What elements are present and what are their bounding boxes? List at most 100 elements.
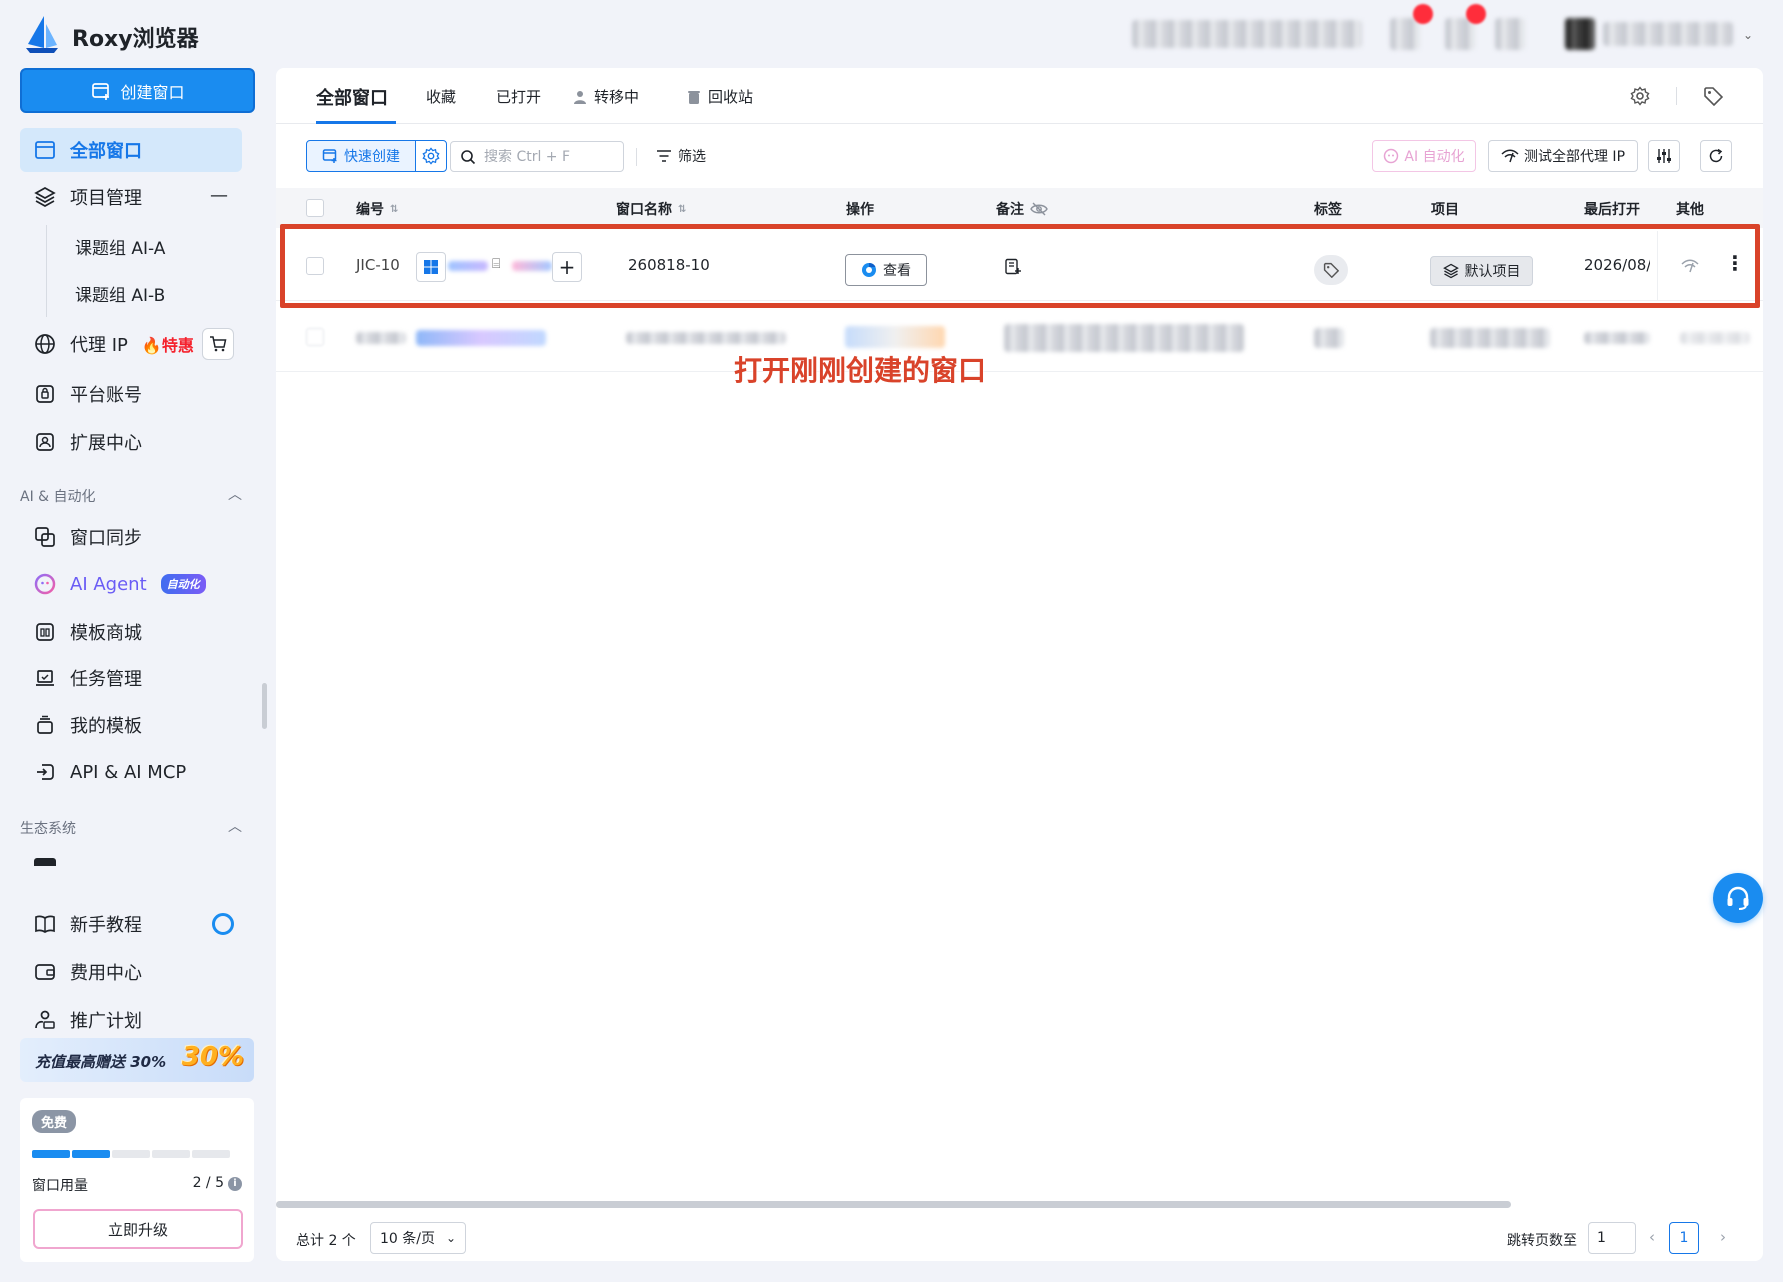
sidebar-item-label: 费用中心 [70, 963, 142, 984]
sidebar-item-label: 任务管理 [70, 669, 142, 690]
sidebar-item-all-windows[interactable]: 全部窗口 [20, 128, 242, 172]
upgrade-button[interactable]: 立即升级 [33, 1209, 243, 1249]
robot-icon: ⌸ [492, 256, 501, 272]
sort-icon[interactable]: ⇅ [678, 204, 686, 215]
ai-automation-button[interactable]: AI 自动化 [1372, 140, 1476, 172]
window-icon [35, 141, 55, 159]
tab-tools [1630, 86, 1723, 106]
tab-transferring[interactable]: 转移中 [572, 86, 639, 107]
sidebar-subitem-project-b[interactable]: 课题组 AI-B [75, 281, 165, 306]
tag-icon[interactable] [1703, 86, 1723, 106]
proxy-cart-button[interactable] [202, 328, 234, 360]
usage-label: 窗口用量 [32, 1178, 88, 1194]
jump-page-input[interactable]: 1 [1588, 1222, 1636, 1254]
sidebar-item-extensions[interactable]: 扩展中心 [20, 420, 242, 464]
layers-icon [1442, 263, 1459, 279]
next-page-icon[interactable]: › [1720, 1228, 1726, 1246]
sidebar-item-label: 代理 IP [70, 335, 128, 356]
column-header-tag: 标签 [1314, 202, 1342, 218]
add-note-icon[interactable] [1004, 258, 1022, 276]
section-ai-automation[interactable]: AI & 自动化 ︿ [20, 486, 242, 506]
sidebar-item-template-market[interactable]: 模板商城 [20, 610, 242, 654]
table-row[interactable] [276, 302, 1763, 372]
blurred-icon-3[interactable] [1495, 18, 1525, 50]
sidebar-item-ai-agent[interactable]: AI Agent 自动化 [20, 562, 242, 606]
chevron-down-icon[interactable]: ⌄ [1743, 28, 1753, 42]
column-header-id[interactable]: 编号 ⇅ [356, 199, 398, 219]
sidebar-item-api[interactable]: API & AI MCP [20, 750, 242, 794]
recharge-promo-banner[interactable]: 充值最高赠送 30% 30% [20, 1038, 254, 1082]
eye-off-icon[interactable] [1030, 202, 1048, 216]
blurred-username[interactable] [1603, 22, 1733, 46]
select-all-checkbox[interactable] [306, 199, 324, 217]
sidebar-item-projects[interactable]: 项目管理 — [20, 175, 242, 219]
sidebar-item-label: 推广计划 [70, 1011, 142, 1032]
info-icon[interactable]: i [228, 1177, 242, 1191]
sidebar-item-my-templates[interactable]: 我的模板 [20, 703, 242, 747]
automation-badge: 自动化 [160, 574, 206, 594]
collapse-minus-icon[interactable]: — [210, 185, 228, 206]
usage-segment [32, 1150, 70, 1158]
row-checkbox[interactable] [306, 257, 324, 275]
support-button[interactable] [1713, 873, 1763, 923]
quick-create-settings-button[interactable] [415, 140, 447, 172]
tab-recycle-bin[interactable]: 回收站 [686, 86, 753, 107]
table-row[interactable]: JIC-10 ⌸ + 260818-10 查看 默认项目 2026/08/1 ⋮ [276, 231, 1763, 301]
prev-page-icon[interactable]: ‹ [1649, 1228, 1655, 1246]
search-input[interactable] [484, 148, 614, 165]
tab-opened[interactable]: 已打开 [496, 86, 541, 107]
os-windows-badge [416, 252, 446, 282]
blurred-platform-badges [512, 261, 552, 271]
hot-deal-badge: 🔥特惠 [141, 336, 194, 355]
sidebar-item-tasks[interactable]: 任务管理 [20, 656, 242, 700]
page-size-select[interactable]: 10 条/页 ⌄ [370, 1222, 466, 1254]
sidebar-item-partially-hidden [34, 858, 234, 866]
sliders-icon [1657, 149, 1671, 163]
blurred-account-info [1132, 20, 1362, 48]
tab-bar: 全部窗口 收藏 已打开 转移中 回收站 [276, 68, 1763, 124]
add-platform-button[interactable]: + [552, 252, 582, 282]
tab-favorites[interactable]: 收藏 [426, 86, 456, 107]
test-all-proxies-button[interactable]: 测试全部代理 IP [1488, 140, 1638, 172]
sidebar-item-label: AI Agent [70, 573, 147, 595]
column-header-name[interactable]: 窗口名称 ⇅ [616, 199, 686, 219]
laptop-task-icon [36, 670, 54, 686]
search-box[interactable] [450, 141, 624, 172]
sidebar-item-referral[interactable]: 推广计划 [20, 998, 242, 1042]
blurred-avatar[interactable] [1565, 18, 1595, 50]
blurred-cell [1004, 324, 1244, 352]
page-1-button[interactable]: 1 [1669, 1222, 1699, 1254]
gear-icon[interactable] [1630, 86, 1650, 106]
blurred-cell [1680, 332, 1750, 344]
create-window-button[interactable]: 创建窗口 [20, 68, 255, 113]
top-bar: Roxy浏览器 ⌄ [0, 0, 1783, 68]
refresh-button[interactable] [1700, 140, 1732, 172]
blurred-icon-1[interactable] [1390, 18, 1420, 50]
filter-button[interactable]: 筛选 [656, 146, 706, 166]
sidebar-item-tutorial[interactable]: 新手教程 [20, 902, 242, 946]
sidebar-item-window-sync[interactable]: 窗口同步 [20, 515, 242, 559]
sidebar-subitem-project-a[interactable]: 课题组 AI-A [75, 234, 165, 259]
total-count: 总计 2 个 [296, 1233, 356, 1249]
cart-icon [210, 336, 227, 352]
chevron-up-icon[interactable]: ︿ [228, 816, 242, 836]
column-settings-button[interactable] [1648, 140, 1680, 172]
sidebar-scrollbar[interactable] [262, 683, 267, 729]
quick-create-button[interactable]: 快速创建 [306, 140, 416, 172]
main-panel: 全部窗口 收藏 已打开 转移中 回收站 快速创建 搜索 Ctrl + F 筛选 … [276, 68, 1763, 1261]
sidebar-item-billing[interactable]: 费用中心 [20, 950, 242, 994]
more-vertical-icon[interactable]: ⋮ [1725, 251, 1745, 275]
signal-icon[interactable] [1680, 259, 1700, 273]
trash-icon [688, 90, 700, 104]
project-chip[interactable]: 默认项目 [1430, 256, 1533, 286]
sort-icon[interactable]: ⇅ [390, 204, 398, 215]
layers-icon [34, 187, 56, 207]
tab-all-windows[interactable]: 全部窗口 [316, 84, 388, 110]
view-window-button[interactable]: 查看 [845, 254, 927, 286]
row-checkbox[interactable] [306, 328, 324, 346]
sidebar-item-platform-accounts[interactable]: 平台账号 [20, 372, 242, 416]
section-ecosystem[interactable]: 生态系统 ︿ [20, 818, 242, 838]
horizontal-scrollbar[interactable] [276, 1201, 1511, 1208]
chevron-up-icon[interactable]: ︿ [228, 484, 242, 504]
add-tag-button[interactable] [1314, 255, 1348, 285]
